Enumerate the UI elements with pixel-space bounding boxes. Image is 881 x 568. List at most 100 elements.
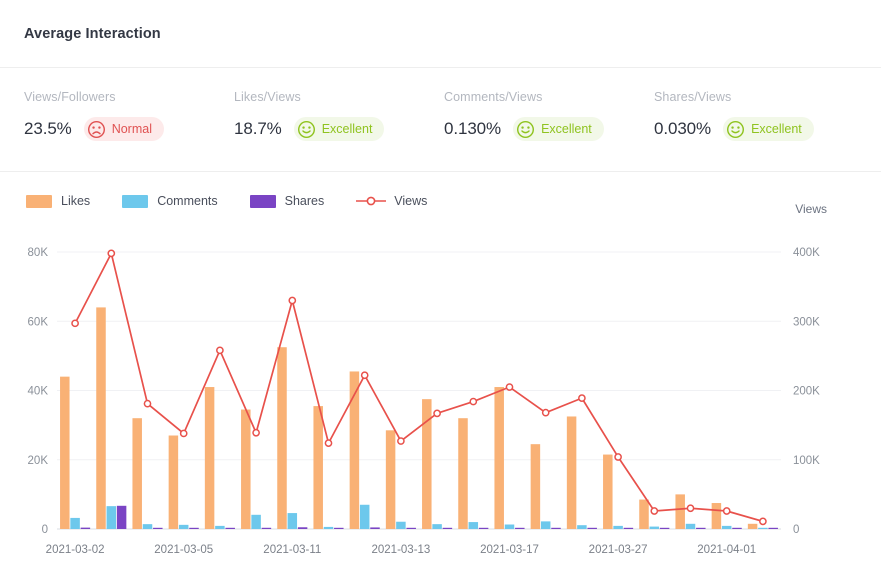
views-point[interactable] [398, 438, 404, 444]
bar-likes[interactable] [531, 444, 541, 529]
bar-likes[interactable] [458, 418, 468, 529]
bar-likes[interactable] [494, 387, 504, 529]
bar-comments[interactable] [70, 518, 80, 529]
bar-comments[interactable] [686, 524, 696, 529]
views-point[interactable] [72, 320, 78, 326]
status-badge-label: Excellent [322, 122, 373, 136]
bar-comments[interactable] [505, 525, 515, 530]
bar-likes[interactable] [132, 418, 142, 529]
bar-comments[interactable] [215, 526, 225, 529]
bar-shares[interactable] [334, 528, 344, 529]
legend-item-shares[interactable]: Shares [250, 194, 325, 208]
views-point[interactable] [289, 297, 295, 303]
views-point[interactable] [687, 505, 693, 511]
views-point[interactable] [362, 372, 368, 378]
bar-shares[interactable] [479, 528, 489, 529]
bar-likes[interactable] [60, 377, 70, 529]
bar-likes[interactable] [241, 410, 251, 529]
bar-comments[interactable] [650, 527, 660, 529]
bar-shares[interactable] [443, 528, 453, 529]
views-point[interactable] [325, 440, 331, 446]
bar-shares[interactable] [298, 527, 308, 529]
bar-shares[interactable] [768, 528, 778, 529]
bar-comments[interactable] [143, 524, 153, 529]
views-point[interactable] [217, 347, 223, 353]
bar-comments[interactable] [758, 528, 768, 529]
metric-label: Comments/Views [444, 90, 654, 104]
bar-likes[interactable] [205, 387, 215, 529]
metric-label: Views/Followers [24, 90, 234, 104]
bar-shares[interactable] [515, 528, 525, 529]
y-axis-tick-right: 300K [793, 316, 820, 328]
bar-shares[interactable] [153, 528, 163, 529]
views-point[interactable] [253, 430, 259, 436]
bar-shares[interactable] [696, 528, 706, 529]
metric-views-followers: Views/Followers 23.5% Normal [24, 90, 234, 141]
bar-shares[interactable] [624, 528, 634, 529]
bar-comments[interactable] [613, 526, 623, 529]
views-point[interactable] [506, 384, 512, 390]
views-point[interactable] [651, 508, 657, 514]
bar-comments[interactable] [251, 515, 261, 529]
bar-comments[interactable] [288, 513, 298, 529]
bar-comments[interactable] [541, 521, 551, 529]
legend-swatch-comments [122, 195, 148, 208]
y-axis-tick-left: 80K [28, 247, 49, 259]
metric-value: 18.7% [234, 119, 282, 139]
right-axis-title: Views [795, 202, 827, 216]
metric-value-row: 0.130% Excellent [444, 117, 654, 141]
bar-likes[interactable] [313, 406, 323, 529]
bar-likes[interactable] [277, 347, 287, 529]
bar-comments[interactable] [324, 527, 334, 529]
chart-area: 020K40K60K80K0100K200K300K400K2021-03-02… [0, 232, 881, 568]
bar-comments[interactable] [360, 505, 370, 529]
bar-shares[interactable] [81, 528, 91, 529]
views-point[interactable] [144, 401, 150, 407]
bar-likes[interactable] [748, 524, 758, 529]
bar-likes[interactable] [96, 307, 106, 529]
bar-shares[interactable] [406, 528, 416, 529]
bar-likes[interactable] [169, 436, 179, 529]
bar-shares[interactable] [262, 528, 272, 529]
bar-likes[interactable] [386, 430, 396, 529]
bar-likes[interactable] [675, 494, 685, 529]
x-axis-tick: 2021-03-02 [46, 544, 105, 556]
views-point[interactable] [615, 454, 621, 460]
views-point[interactable] [579, 395, 585, 401]
bar-shares[interactable] [551, 528, 561, 529]
bar-shares[interactable] [587, 528, 597, 529]
legend-item-views[interactable]: Views [356, 194, 427, 208]
bar-comments[interactable] [107, 506, 117, 529]
bar-comments[interactable] [469, 522, 479, 529]
bar-comments[interactable] [179, 525, 189, 529]
views-point[interactable] [434, 410, 440, 416]
bar-shares[interactable] [117, 506, 127, 529]
bar-likes[interactable] [567, 416, 577, 529]
bar-likes[interactable] [603, 455, 613, 529]
bar-shares[interactable] [189, 528, 199, 529]
interaction-chart[interactable]: 020K40K60K80K0100K200K300K400K2021-03-02… [0, 232, 881, 568]
bar-comments[interactable] [577, 525, 587, 529]
average-interaction-card: Average Interaction Views/Followers 23.5… [0, 0, 881, 568]
views-point[interactable] [724, 508, 730, 514]
bar-comments[interactable] [432, 524, 442, 529]
bar-shares[interactable] [225, 528, 235, 529]
bar-shares[interactable] [660, 528, 670, 529]
bar-likes[interactable] [712, 503, 722, 529]
views-point[interactable] [470, 398, 476, 404]
legend-label: Shares [285, 194, 325, 208]
metric-value-row: 0.030% Excellent [654, 117, 864, 141]
bar-comments[interactable] [396, 522, 406, 529]
bar-likes[interactable] [639, 500, 649, 529]
views-point[interactable] [181, 430, 187, 436]
views-point[interactable] [543, 410, 549, 416]
views-point[interactable] [108, 250, 114, 256]
legend-item-likes[interactable]: Likes [26, 194, 90, 208]
bar-comments[interactable] [722, 526, 732, 529]
metrics-row: Views/Followers 23.5% Normal Likes/Views… [0, 68, 881, 172]
y-axis-tick-right: 400K [793, 247, 820, 259]
bar-shares[interactable] [732, 528, 742, 529]
bar-shares[interactable] [370, 527, 380, 529]
legend-item-comments[interactable]: Comments [122, 194, 217, 208]
views-point[interactable] [760, 518, 766, 524]
